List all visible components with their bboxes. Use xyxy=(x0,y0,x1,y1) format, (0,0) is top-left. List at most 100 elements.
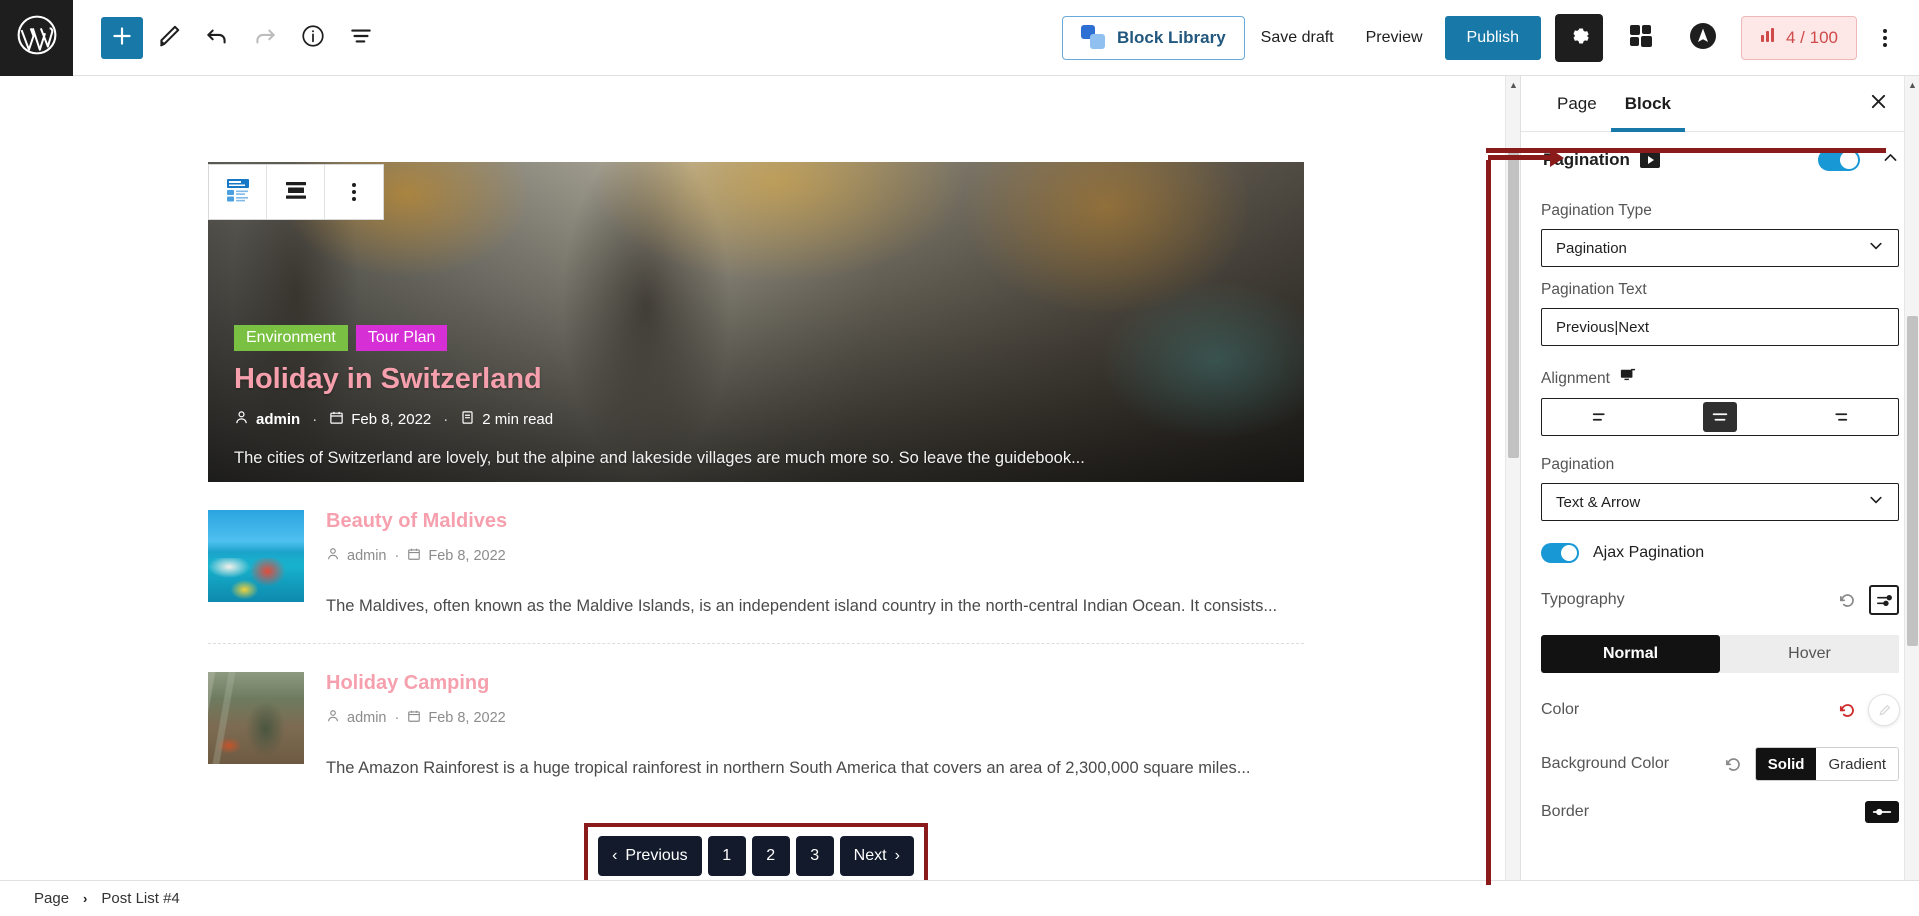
post-author: admin xyxy=(326,709,387,727)
post-date-label: Feb 8, 2022 xyxy=(428,709,506,726)
tab-normal[interactable]: Normal xyxy=(1541,635,1720,673)
settings-button[interactable] xyxy=(1555,13,1603,62)
wordpress-logo-button[interactable] xyxy=(0,0,73,76)
redo-button[interactable] xyxy=(243,16,287,60)
seo-score-badge[interactable]: 4 / 100 xyxy=(1741,15,1857,60)
block-options-button[interactable] xyxy=(325,165,383,219)
pagination-text-value: Previous|Next xyxy=(1556,318,1650,336)
chevron-down-icon xyxy=(1868,492,1884,512)
astra-logo-icon xyxy=(1689,22,1717,53)
ajax-pagination-toggle[interactable] xyxy=(1541,543,1579,563)
align-center-button[interactable] xyxy=(1702,402,1737,432)
color-controls xyxy=(1838,695,1899,725)
pagination-page-3[interactable]: 3 xyxy=(795,835,834,876)
align-bars-icon xyxy=(283,177,309,208)
undo-arrow-icon xyxy=(204,23,230,52)
astra-brand-button[interactable] xyxy=(1679,14,1727,62)
scroll-up-arrow-icon[interactable]: ▲ xyxy=(1506,76,1521,93)
breadcrumb-page[interactable]: Page xyxy=(34,890,69,907)
save-draft-button[interactable]: Save draft xyxy=(1245,16,1350,60)
reset-icon[interactable] xyxy=(1838,591,1857,610)
pagination-next-button[interactable]: Next › xyxy=(839,835,914,876)
block-library-button[interactable]: Block Library xyxy=(1062,15,1245,60)
canvas-scrollbar[interactable]: ▲ ▼ xyxy=(1505,76,1520,900)
post-title[interactable]: Beauty of Maldives xyxy=(326,510,1304,533)
editor-tools-group xyxy=(101,16,383,60)
edit-tool-button[interactable] xyxy=(147,16,191,60)
background-solid-option[interactable]: Solid xyxy=(1755,748,1817,780)
seo-score-icon xyxy=(1760,26,1778,49)
breadcrumb-post-list[interactable]: Post List #4 xyxy=(101,890,179,907)
tag-tour-plan[interactable]: Tour Plan xyxy=(355,325,448,351)
canvas-scroll-thumb[interactable] xyxy=(1508,148,1519,458)
calendar-icon xyxy=(329,410,344,429)
pagination-previous-label: Previous xyxy=(625,846,688,864)
add-block-button[interactable] xyxy=(101,16,143,59)
block-toolbar xyxy=(208,164,384,220)
pagination-controls: ‹ Previous 1 2 3 Next › xyxy=(598,835,914,876)
meta-separator: · xyxy=(394,548,400,564)
pagination-previous-button[interactable]: ‹ Previous xyxy=(598,835,702,876)
reset-icon[interactable] xyxy=(1838,701,1857,720)
scroll-up-arrow-icon[interactable]: ▲ xyxy=(1905,76,1919,93)
list-item[interactable]: Beauty of Maldives admin · Feb 8, 2022 T… xyxy=(208,482,1304,644)
tab-hover[interactable]: Hover xyxy=(1720,635,1899,673)
editor-canvas: Environment Tour Plan Holiday in Switzer… xyxy=(0,76,1520,900)
pagination-panel-header[interactable]: Pagination xyxy=(1541,132,1899,188)
hero-meta: admin · Feb 8, 2022 · 2 min read xyxy=(234,410,1284,429)
kebab-menu-icon xyxy=(1883,28,1887,47)
preview-button[interactable]: Preview xyxy=(1350,16,1439,60)
color-label: Color xyxy=(1541,701,1580,718)
post-body: Beauty of Maldives admin · Feb 8, 2022 T… xyxy=(326,510,1304,619)
blocks-panel-button[interactable] xyxy=(1617,14,1665,62)
list-view-icon xyxy=(348,23,374,52)
list-item[interactable]: Holiday Camping admin · Feb 8, 2022 The … xyxy=(208,644,1304,805)
more-options-button[interactable] xyxy=(1865,16,1905,60)
hero-title[interactable]: Holiday in Switzerland xyxy=(234,363,1284,396)
reset-icon[interactable] xyxy=(1724,755,1743,774)
pagination-page-2[interactable]: 2 xyxy=(751,835,790,876)
video-play-icon[interactable] xyxy=(1639,152,1660,168)
align-right-button[interactable] xyxy=(1822,402,1856,432)
ajax-pagination-label: Ajax Pagination xyxy=(1593,544,1705,561)
read-time-icon xyxy=(460,410,475,429)
sidebar-scroll-thumb[interactable] xyxy=(1907,316,1918,646)
pagination-page-1[interactable]: 1 xyxy=(707,835,746,876)
undo-button[interactable] xyxy=(195,16,239,60)
typography-settings-icon[interactable] xyxy=(1869,585,1899,615)
pagination-text-input[interactable]: Previous|Next xyxy=(1541,308,1899,346)
close-sidebar-button[interactable] xyxy=(1859,85,1897,123)
desktop-icon[interactable] xyxy=(1620,368,1636,389)
publish-button[interactable]: Publish xyxy=(1444,15,1541,60)
hero-read-time: 2 min read xyxy=(460,410,553,429)
tab-page[interactable]: Page xyxy=(1543,76,1611,132)
tag-environment[interactable]: Environment xyxy=(234,325,348,351)
sidebar-scrollbar[interactable]: ▲ ▼ xyxy=(1904,76,1919,900)
typography-row: Typography xyxy=(1541,585,1899,615)
pagination-style-label: Pagination xyxy=(1541,456,1615,473)
border-row: Border xyxy=(1541,801,1899,823)
post-title[interactable]: Holiday Camping xyxy=(326,672,1304,695)
color-picker-icon[interactable] xyxy=(1869,695,1899,725)
details-button[interactable] xyxy=(291,16,335,60)
border-settings-icon[interactable] xyxy=(1865,801,1899,823)
background-gradient-option[interactable]: Gradient xyxy=(1816,748,1898,780)
alignment-segmented-control xyxy=(1541,398,1899,436)
pagination-style-value: Text & Arrow xyxy=(1556,493,1641,511)
kebab-menu-icon xyxy=(352,183,356,201)
post-list-block-button[interactable] xyxy=(209,165,267,219)
pagination-type-select[interactable]: Pagination xyxy=(1541,229,1899,267)
camping-thumbnail xyxy=(208,671,304,764)
hero-date: Feb 8, 2022 xyxy=(329,410,431,429)
pagination-style-select[interactable]: Text & Arrow xyxy=(1541,483,1899,521)
align-left-button[interactable] xyxy=(1584,402,1618,432)
pagination-highlight-box: ‹ Previous 1 2 3 Next › xyxy=(584,822,928,889)
list-view-button[interactable] xyxy=(339,16,383,60)
align-wide-button[interactable] xyxy=(267,165,325,219)
color-row: Color xyxy=(1541,695,1899,725)
tab-block[interactable]: Block xyxy=(1611,76,1685,132)
chevron-right-icon: › xyxy=(894,846,900,864)
post-meta: admin · Feb 8, 2022 xyxy=(326,709,1304,727)
pencil-icon xyxy=(156,23,182,52)
block-library-label: Block Library xyxy=(1117,27,1226,47)
